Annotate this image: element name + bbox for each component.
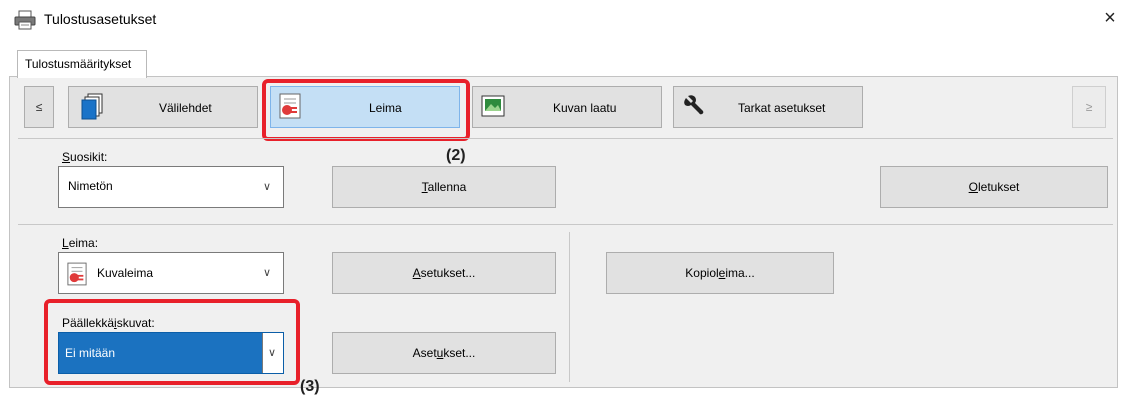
stamp-label: Leima: [62,236,99,250]
favorites-value: Nimetön [68,179,113,193]
defaults-button[interactable]: Oletukset [880,166,1108,208]
copy-stamp-button[interactable]: Kopioleima... [606,252,834,294]
wrench-icon [682,93,706,120]
favorites-label: Suosikit: [62,150,108,164]
stamp-icon [67,262,87,289]
chevron-down-icon: ∨ [263,267,272,279]
favorites-separator [18,224,1113,225]
tab-image-quality-label: Kuvan laatu [553,101,617,115]
pages-icon [81,93,105,124]
stamp-vertical-separator [569,232,570,382]
tab-image-quality-button[interactable]: Kuvan laatu [472,86,662,128]
tab-detailed-settings-label: Tarkat asetukset [738,101,826,115]
scroll-left-button[interactable]: ≤ [24,86,54,128]
favorites-select[interactable]: Nimetön ∨ [58,166,284,208]
title-bar [0,0,1125,44]
close-button[interactable]: × [1098,6,1122,30]
tab-pages-label: Välilehdet [159,101,212,115]
scroll-right-button[interactable]: ≥ [1072,86,1106,128]
save-button[interactable]: Tallenna [332,166,556,208]
overlays-settings-button[interactable]: Asetukset... [332,332,556,374]
stamp-value: Kuvaleima [97,266,154,280]
highlight-box-stamp [262,79,470,141]
image-quality-icon [481,95,505,120]
printer-icon [14,10,36,30]
chevron-down-icon: ∨ [263,181,272,193]
callout-3: (3) [300,378,320,395]
tab-detailed-settings-button[interactable]: Tarkat asetukset [673,86,863,128]
stamp-select[interactable]: Kuvaleima ∨ [58,252,284,294]
highlight-box-overlays [44,299,300,385]
tab-pages-button[interactable]: Välilehdet [68,86,258,128]
window-title: Tulostusasetukset [44,11,157,27]
tab-print-settings[interactable]: Tulostusmääritykset [17,50,147,78]
toolbar-separator [18,138,1113,139]
stamp-settings-button[interactable]: Asetukset... [332,252,556,294]
callout-2: (2) [446,147,466,164]
